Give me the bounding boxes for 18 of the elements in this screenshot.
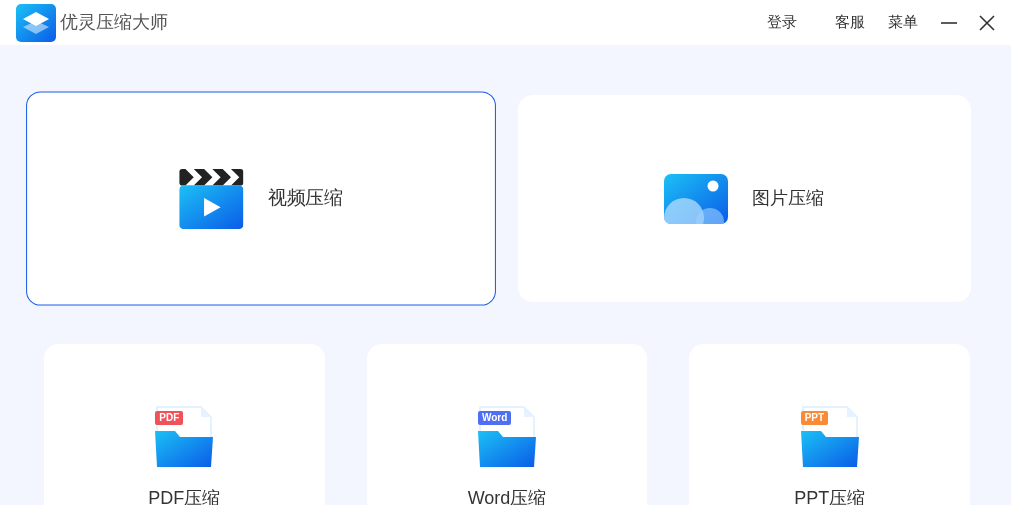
card-label: 视频压缩 — [268, 186, 343, 211]
folder-file-icon — [153, 405, 216, 469]
file-type-tag: Word — [478, 411, 512, 425]
close-icon[interactable] — [979, 14, 995, 31]
file-type-tag: PDF — [155, 411, 184, 425]
picture-icon — [664, 173, 729, 224]
feature-card[interactable]: 视频压缩 — [26, 91, 496, 306]
folder-file-icon — [476, 405, 538, 469]
app-title: 优灵压缩大师 — [60, 11, 168, 34]
header-link[interactable]: 菜单 — [888, 11, 918, 34]
header-link[interactable]: 登录 — [767, 11, 797, 34]
logo-icon — [16, 3, 56, 42]
header-link[interactable]: 客服 — [835, 11, 865, 34]
card-label: 图片压缩 — [752, 187, 825, 210]
feature-card[interactable]: 图片压缩 — [517, 95, 971, 302]
clapperboard-icon — [179, 168, 244, 229]
file-type-tag: PPT — [800, 411, 829, 425]
folder-file-icon — [798, 405, 861, 469]
